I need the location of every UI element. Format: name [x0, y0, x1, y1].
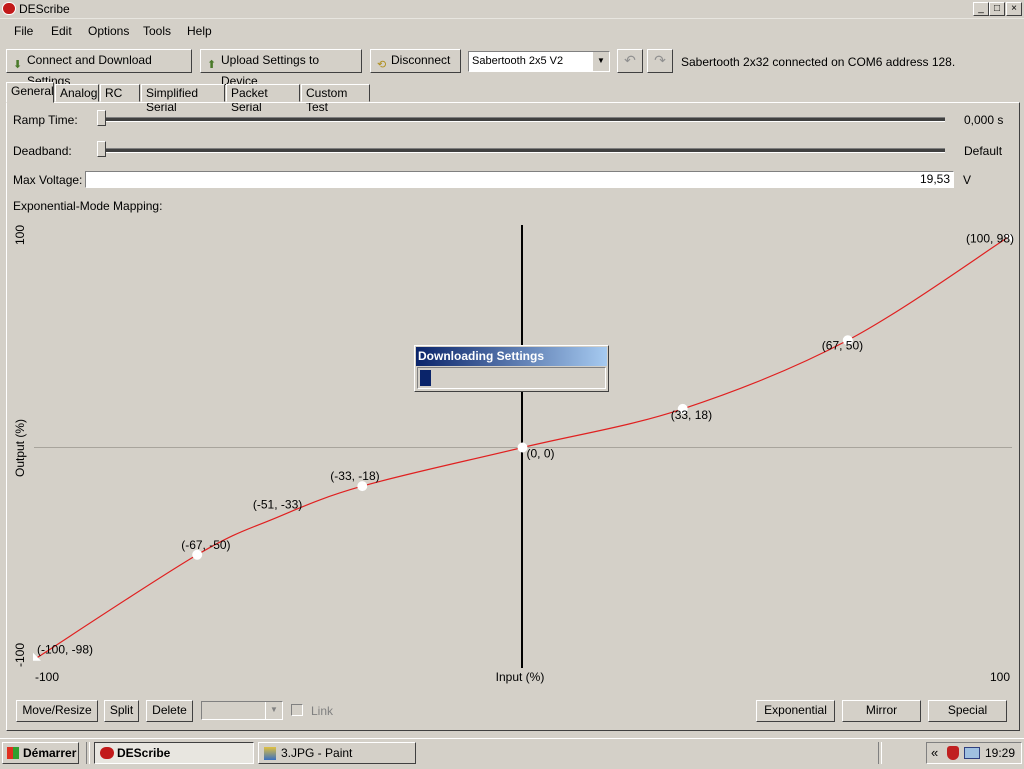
disconnect-button[interactable]: ⟲ Disconnect	[370, 49, 461, 73]
tab-analog[interactable]: Analog	[55, 84, 99, 102]
close-button[interactable]: ×	[1006, 2, 1022, 16]
describe-app-icon	[100, 747, 114, 759]
exponential-button[interactable]: Exponential	[756, 700, 835, 722]
connection-status: Sabertooth 2x32 connected on COM6 addres…	[681, 55, 956, 69]
network-icon[interactable]	[964, 747, 980, 759]
title-bar	[0, 0, 1024, 19]
tab-custom-test[interactable]: Custom Test	[301, 84, 370, 114]
segment-type-select[interactable]: ▼	[201, 701, 283, 720]
start-label: Démarrer	[23, 746, 77, 760]
mapping-title: Exponential-Mode Mapping:	[13, 199, 163, 213]
taskbar-divider	[86, 742, 90, 764]
connect-download-button[interactable]: ⬇ Connect and Download Settings	[6, 49, 192, 88]
tab-simplified-serial[interactable]: Simplified Serial	[141, 84, 225, 114]
deadband-label: Deadband:	[13, 144, 72, 158]
maximize-button[interactable]: □	[989, 2, 1005, 16]
taskbar-task-describe[interactable]: DEScribe	[94, 742, 254, 764]
max-voltage-input[interactable]: 19,53	[85, 171, 954, 188]
chevron-down-icon[interactable]: ▼	[265, 702, 282, 719]
download-progress-fill	[420, 370, 432, 386]
taskbar-task-paint[interactable]: 3.JPG - Paint	[258, 742, 416, 764]
undo-arrow-icon: ↶	[624, 52, 636, 68]
system-tray: « 19:29	[926, 742, 1022, 764]
dialog-title: Downloading Settings	[416, 347, 607, 366]
tab-rc[interactable]: RC	[100, 84, 140, 102]
ramp-time-slider-track[interactable]	[97, 117, 945, 122]
special-button[interactable]: Special	[928, 700, 1007, 722]
device-model-select[interactable]: Sabertooth 2x5 V2 ▼	[468, 51, 610, 72]
menu-help[interactable]: Help	[187, 24, 212, 38]
windows-logo-icon	[7, 747, 19, 759]
ramp-time-label: Ramp Time:	[13, 113, 78, 127]
redo-button[interactable]: ↷	[647, 49, 673, 73]
redo-arrow-icon: ↷	[654, 52, 666, 68]
deadband-value: Default	[964, 144, 1003, 158]
max-voltage-label: Max Voltage:	[13, 173, 83, 187]
taskbar-divider	[878, 742, 882, 764]
tab-packet-serial[interactable]: Packet Serial	[226, 84, 300, 114]
minimize-button[interactable]: _	[973, 2, 989, 16]
disconnect-label: Disconnect	[391, 53, 451, 67]
split-button[interactable]: Split	[104, 700, 139, 722]
upload-settings-label: Upload Settings to Device	[221, 53, 320, 88]
ramp-time-value: 0,000 s	[964, 113, 1004, 127]
move-resize-button[interactable]: Move/Resize	[16, 700, 98, 722]
download-progress-bar	[417, 367, 606, 389]
link-label: Link	[311, 704, 334, 718]
undo-button[interactable]: ↶	[617, 49, 643, 73]
upload-icon: ⬆	[207, 59, 217, 71]
app-icon	[2, 2, 16, 15]
start-button[interactable]: Démarrer	[2, 742, 79, 764]
downloading-dialog: Downloading Settings	[414, 345, 609, 392]
upload-settings-button[interactable]: ⬆ Upload Settings to Device	[200, 49, 362, 88]
taskbar-task-label: 3.JPG - Paint	[281, 746, 353, 760]
security-shield-icon[interactable]	[947, 746, 959, 760]
tray-expand-icon[interactable]: «	[931, 745, 938, 760]
max-voltage-unit: V	[963, 173, 972, 187]
link-checkbox[interactable]	[291, 704, 303, 716]
menu-tools[interactable]: Tools	[143, 24, 171, 38]
general-tab-panel	[6, 102, 1020, 731]
delete-button[interactable]: Delete	[146, 700, 193, 722]
chevron-down-icon[interactable]: ▼	[592, 52, 609, 71]
paint-app-icon	[264, 747, 276, 760]
menu-options[interactable]: Options	[88, 24, 129, 38]
clock: 19:29	[985, 746, 1016, 760]
disconnect-icon: ⟲	[377, 59, 387, 71]
download-icon: ⬇	[13, 59, 23, 71]
menu-file[interactable]: File	[14, 24, 33, 38]
device-model-value: Sabertooth 2x5 V2	[472, 55, 564, 67]
menu-edit[interactable]: Edit	[51, 24, 72, 38]
deadband-slider-thumb[interactable]	[97, 141, 106, 157]
ramp-time-slider-thumb[interactable]	[97, 110, 106, 126]
taskbar-task-label: DEScribe	[117, 746, 171, 760]
tab-general[interactable]: General	[6, 82, 54, 103]
window-title: DEScribe	[19, 2, 70, 16]
mirror-button[interactable]: Mirror	[842, 700, 921, 722]
deadband-slider-track[interactable]	[97, 148, 945, 153]
